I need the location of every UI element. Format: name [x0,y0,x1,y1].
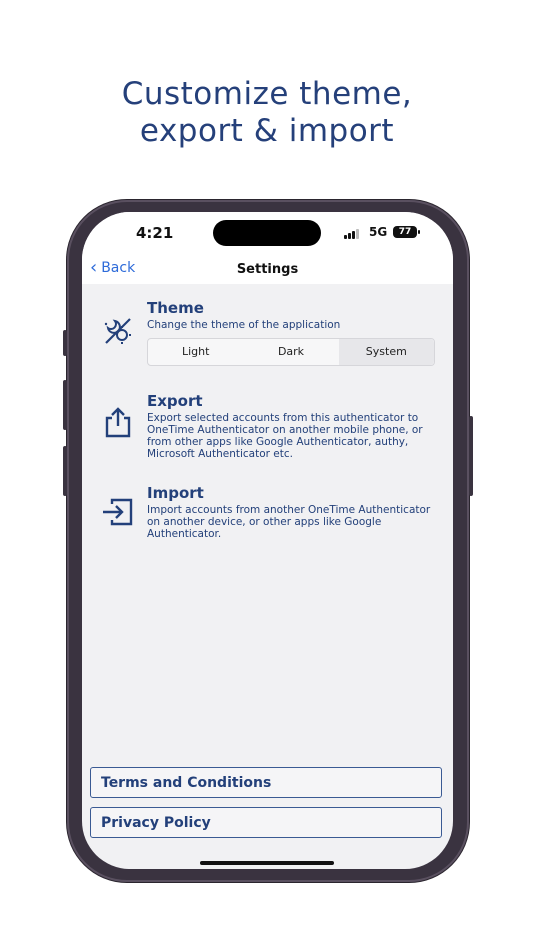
theme-option-dark[interactable]: Dark [243,339,338,365]
import-title: Import [147,484,204,502]
phone-power-button [469,416,473,496]
status-bar: 4:21 5G 77 [82,212,453,256]
theme-segmented-control: Light Dark System [147,338,435,366]
terms-and-conditions-button[interactable]: Terms and Conditions [90,767,442,798]
headline: Customize theme, export & import [0,76,534,150]
share-icon [105,407,131,438]
import-section[interactable]: Import Import accounts from another OneT… [102,484,437,544]
theme-description: Change the theme of the application [147,319,341,331]
battery-icon: 77 [393,226,420,238]
page-title: Settings [236,262,299,277]
phone-volume-down-button [63,446,67,496]
headline-line-2: export & import [139,113,395,149]
export-title: Export [147,392,203,410]
dynamic-island [213,220,321,246]
export-description: Export selected accounts from this authe… [147,412,423,460]
privacy-policy-button[interactable]: Privacy Policy [90,807,442,838]
phone-volume-up-button [63,380,67,430]
headline-line-1: Customize theme, [121,76,413,112]
theme-section: Theme Change the theme of the applicatio… [102,299,437,369]
theme-option-system[interactable]: System [338,339,434,365]
phone-screen: 4:21 5G 77 ‹ Back Settings Theme Change … [82,212,453,869]
theme-icon [104,318,131,344]
nav-bar: ‹ Back Settings [82,256,453,284]
network-type: 5G [369,225,388,239]
phone-action-button [63,330,67,356]
theme-title: Theme [147,299,204,317]
import-icon [103,498,133,526]
import-description: Import accounts from another OneTime Aut… [147,504,431,540]
export-section[interactable]: Export Export selected accounts from thi… [102,392,437,462]
signal-icon [344,229,362,239]
home-indicator [200,861,334,865]
theme-option-light[interactable]: Light [148,339,243,365]
status-time: 4:21 [136,224,174,242]
battery-level: 77 [398,227,412,237]
